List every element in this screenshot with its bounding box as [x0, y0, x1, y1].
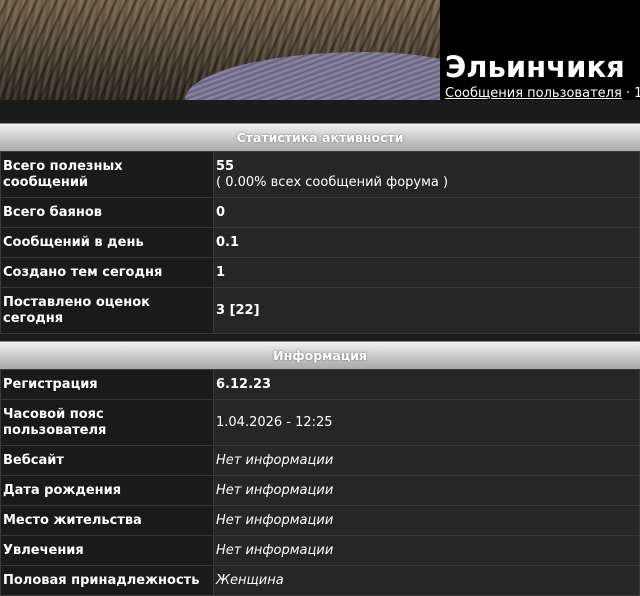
row-value: 0: [213, 197, 640, 228]
table-row: Всего баянов 0: [0, 197, 640, 228]
row-value: 1: [213, 257, 640, 288]
row-label: Сообщений в день: [0, 227, 214, 258]
table-row: Дата рождения Нет информации: [0, 475, 640, 506]
row-label: Поставлено оценок сегодня: [0, 287, 214, 334]
row-label: Часовой пояс пользователя: [0, 399, 214, 446]
row-value: Нет информации: [213, 445, 640, 476]
user-posts-link[interactable]: Сообщения пользователя: [445, 86, 622, 101]
row-label: Всего полезных сообщений: [0, 151, 214, 198]
row-label: Дата рождения: [0, 475, 214, 506]
row-value: Нет информации: [213, 475, 640, 506]
user-links: Сообщения пользователя · 1: [445, 86, 640, 101]
row-value: Нет информации: [213, 535, 640, 566]
row-label: Место жительства: [0, 505, 214, 536]
table-row: Место жительства Нет информации: [0, 505, 640, 536]
links-separator: · 1: [625, 86, 640, 101]
info-section-title: Информация: [0, 341, 640, 370]
profile-banner-image: [0, 0, 440, 100]
banner-cloth-shape: [185, 52, 440, 100]
row-label: Увлечения: [0, 535, 214, 566]
header-spacer: [0, 100, 640, 123]
table-row: Всего полезных сообщений 55 ( 0.00% всех…: [0, 151, 640, 198]
table-row: Часовой пояс пользователя 1.04.2026 - 12…: [0, 399, 640, 446]
row-label: Вебсайт: [0, 445, 214, 476]
table-row: Сообщений в день 0.1: [0, 227, 640, 258]
table-row: Вебсайт Нет информации: [0, 445, 640, 476]
useful-posts-count: 55: [216, 158, 235, 174]
row-label: Всего баянов: [0, 197, 214, 228]
row-value: Нет информации: [213, 505, 640, 536]
table-row: Увлечения Нет информации: [0, 535, 640, 566]
table-row: Поставлено оценок сегодня 3 [22]: [0, 287, 640, 334]
row-label: Создано тем сегодня: [0, 257, 214, 288]
row-value: 3 [22]: [213, 287, 640, 334]
table-row: Создано тем сегодня 1: [0, 257, 640, 288]
row-value: 55 ( 0.00% всех сообщений форума ): [213, 151, 640, 198]
activity-section-title: Статистика активности: [0, 123, 640, 152]
profile-header: Эльинчикя Сообщения пользователя · 1: [0, 0, 640, 101]
activity-table: Всего полезных сообщений 55 ( 0.00% всех…: [0, 151, 640, 334]
row-label: Регистрация: [0, 369, 214, 400]
row-value: 6.12.23: [213, 369, 640, 400]
username-title: Эльинчикя: [445, 50, 625, 84]
row-value: 1.04.2026 - 12:25: [213, 399, 640, 446]
info-table: Регистрация 6.12.23 Часовой пояс пользов…: [0, 369, 640, 596]
useful-posts-percent: ( 0.00% всех сообщений форума ): [216, 174, 449, 190]
row-value: 0.1: [213, 227, 640, 258]
table-row: Регистрация 6.12.23: [0, 369, 640, 400]
